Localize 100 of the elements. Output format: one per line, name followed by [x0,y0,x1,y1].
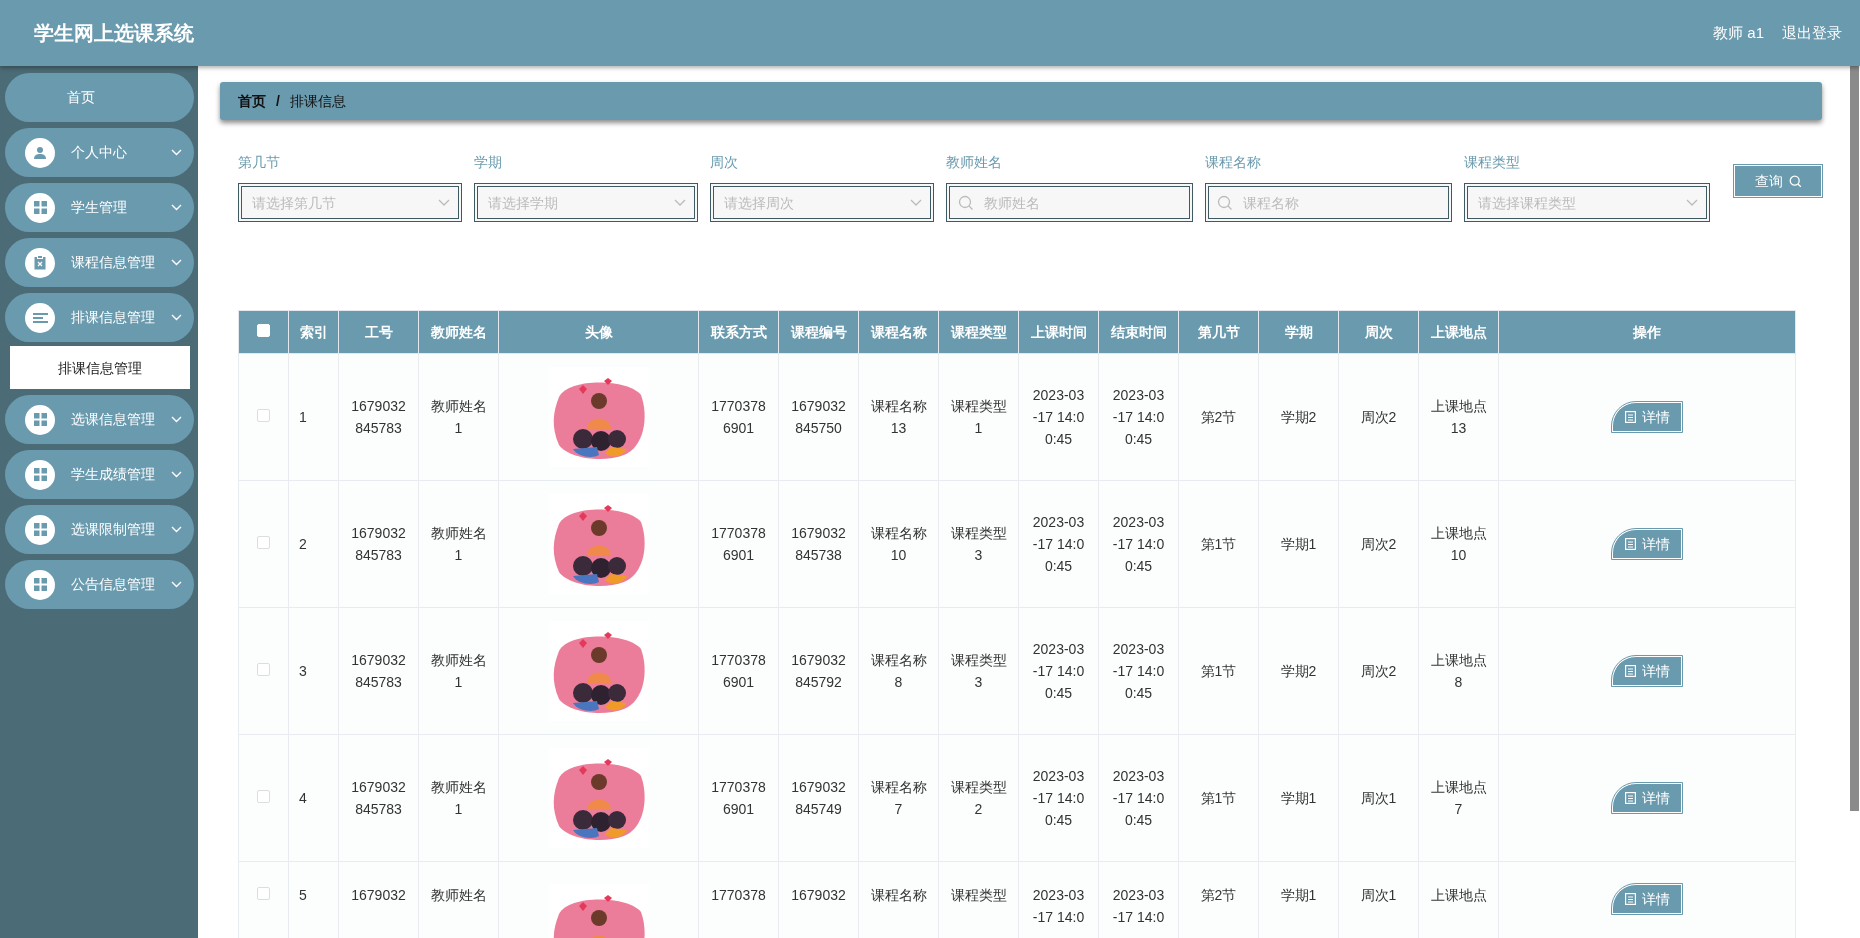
menu-item[interactable]: 公告信息管理 [5,560,194,609]
document-icon [1624,792,1636,804]
user-icon [25,137,55,168]
table-cell-text: 4 [299,789,307,808]
table-cell-text: 学期1 [1280,535,1317,554]
search-icon [1788,174,1802,188]
search-icon [957,195,974,211]
select-field[interactable]: 请选择周次 [709,183,934,222]
app-title: 学生网上选课系统 [34,21,194,46]
column-header: 课程名称 [858,310,939,354]
menu-item[interactable]: 课程信息管理 [5,238,194,287]
breadcrumb-item: 排课信息 [289,91,346,111]
table-cell-text: 1679032845738 [790,524,847,565]
column-header: 周次 [1338,310,1419,354]
column-header: 上课时间 [1018,310,1099,354]
table-cell-text: 2023-03-17 14:00:45 [1031,513,1086,576]
submenu-item[interactable]: 排课信息管理 [10,346,190,389]
chevron-icon [171,581,182,588]
table-cell-text: 学期2 [1280,408,1317,427]
table-cell-text: 课程名称7 [870,778,927,819]
table-cell-text: 学期1 [1280,886,1317,905]
table-cell-text: 第1节 [1200,789,1237,808]
table-cell-text: 2023-03-17 14:0 [1111,886,1166,927]
details-button[interactable]: 详情 [1612,529,1682,559]
caret-icon [437,199,450,207]
select-field[interactable]: 请选择第几节 [238,183,462,222]
menu-item[interactable]: 个人中心 [5,128,194,177]
column-header: 操作 [1498,310,1796,354]
logout-link[interactable]: 退出登录 [1782,21,1842,45]
select-field[interactable]: 请选择学期 [473,183,698,222]
search-field[interactable]: 课程名称 [1204,183,1452,222]
table-cell-text: 3 [299,662,307,681]
table-cell-text: 2023-03-17 14:00:45 [1111,386,1166,449]
breadcrumb-item[interactable]: 首页 [238,90,266,112]
chevron-icon [171,471,182,478]
table-cell-text: 2023-03-17 14:00:45 [1111,513,1166,576]
details-button[interactable]: 详情 [1612,884,1682,914]
table-cell-text: 第1节 [1200,662,1237,681]
checkbox[interactable] [257,409,270,422]
table-cell-text: 周次2 [1360,408,1397,427]
checkbox[interactable] [257,790,270,803]
menu-item[interactable]: 学生管理 [5,183,194,232]
table-cell-text: 上课地点10 [1430,524,1487,565]
menu-item[interactable]: 学生成绩管理 [5,450,194,499]
checkbox[interactable] [257,887,270,900]
filter-label: 教师姓名 [945,153,1003,172]
table-cell-text: 5 [299,886,307,905]
table-cell-text: 17703786901 [710,651,767,692]
filter-label: 课程类型 [1463,153,1521,172]
table-cell-text: 1679032845749 [790,778,847,819]
menu-item[interactable]: 排课信息管理 [5,293,194,342]
caret-icon [909,199,922,207]
table-cell-text: 课程名称 [870,886,927,905]
filter-label: 周次 [709,153,739,172]
chevron-icon [171,259,182,266]
caret-icon [673,199,686,207]
select-field[interactable]: 请选择课程类型 [1463,183,1711,222]
table-cell-text: 2 [299,535,307,554]
user-link[interactable]: 教师 a1 [1713,21,1764,45]
document-icon [1624,411,1636,423]
column-header: 工号 [338,310,419,354]
checkbox[interactable] [257,663,270,676]
menu-item[interactable]: 选课信息管理 [5,395,194,444]
table-cell-text: 课程名称8 [870,651,927,692]
table-cell-text: 17703786901 [710,524,767,565]
table-cell-text: 教师姓名1 [430,778,487,819]
caret-icon [1686,199,1699,207]
column-header: 头像 [498,310,699,354]
table-cell-text: 2023-03-17 14:00:45 [1031,640,1086,703]
filter-label: 第几节 [238,153,281,172]
column-header: 联系方式 [698,310,779,354]
grid-icon [25,459,55,490]
grid-icon [25,514,55,545]
table-cell-text: 上课地点7 [1430,778,1487,819]
details-button[interactable]: 详情 [1612,783,1682,813]
chevron-icon [171,314,182,321]
table-cell-text: 教师姓名1 [430,651,487,692]
table-cell-text: 2023-03-17 14:0 [1031,886,1086,927]
table-cell-text: 教师姓名1 [430,524,487,565]
scrollbar-thumb[interactable] [1850,66,1859,811]
table-cell-text: 17703786901 [710,397,767,438]
table-cell-text: 课程类型3 [950,651,1007,692]
query-button[interactable]: 查询 [1734,165,1822,197]
filter-label: 学期 [473,153,503,172]
table-cell-text: 课程名称13 [870,397,927,438]
details-button[interactable]: 详情 [1612,656,1682,686]
menu-item[interactable]: 首页 [5,73,194,122]
list-icon [25,302,55,333]
document-icon [1624,538,1636,550]
table-cell-text: 周次2 [1360,662,1397,681]
table-cell-text: 周次2 [1360,535,1397,554]
table-cell-text: 课程类型2 [950,778,1007,819]
checkbox[interactable] [257,536,270,549]
menu-item[interactable]: 选课限制管理 [5,505,194,554]
details-button[interactable]: 详情 [1612,402,1682,432]
table-cell-text: 周次1 [1360,789,1397,808]
table-cell-text: 1679032 [791,886,846,905]
table-cell-text: 2023-03-17 14:00:45 [1031,386,1086,449]
column-header: 课程类型 [938,310,1019,354]
breadcrumb-separator: / [276,91,280,111]
